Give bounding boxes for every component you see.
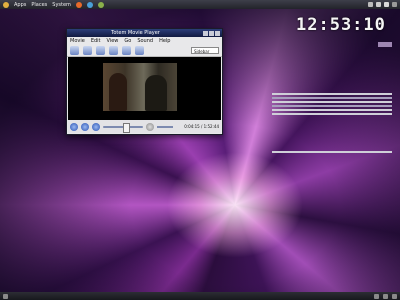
system-tray bbox=[368, 2, 397, 7]
player-toolbar: Sidebar bbox=[67, 44, 222, 57]
cpu-widget bbox=[272, 92, 392, 117]
ubuntu-logo-icon[interactable] bbox=[3, 1, 9, 8]
menu-applications[interactable]: Apps bbox=[14, 2, 26, 8]
top-panel: Apps Places System bbox=[0, 0, 400, 9]
back-icon[interactable] bbox=[70, 45, 79, 55]
firefox-icon[interactable] bbox=[75, 1, 82, 8]
menu-edit[interactable]: Edit bbox=[91, 38, 101, 44]
workspace-switcher bbox=[374, 293, 397, 299]
volume-slider[interactable] bbox=[157, 125, 173, 128]
menu-system[interactable]: System bbox=[52, 2, 71, 8]
player-titlebar[interactable]: Totem Movie Player bbox=[67, 29, 222, 37]
maximize-icon[interactable] bbox=[209, 30, 214, 36]
system-widget bbox=[272, 42, 392, 72]
disk-bar bbox=[272, 113, 392, 115]
network-widget bbox=[272, 150, 392, 165]
player-controls: 0:04:15 / 1:52:44 bbox=[68, 120, 221, 133]
seek-knob[interactable] bbox=[123, 122, 130, 133]
workspace-icon[interactable] bbox=[374, 293, 379, 299]
widget-row bbox=[272, 160, 392, 165]
properties-icon[interactable] bbox=[135, 45, 144, 55]
disk-bar bbox=[272, 109, 392, 111]
playlist-icon[interactable] bbox=[122, 45, 131, 55]
workspace-icon[interactable] bbox=[383, 293, 388, 299]
fullscreen-icon[interactable] bbox=[109, 45, 118, 55]
play-pause-icon[interactable] bbox=[81, 122, 89, 131]
media-player-window: Totem Movie Player Movie Edit View Go So… bbox=[66, 28, 223, 135]
power-icon[interactable] bbox=[392, 2, 397, 7]
widget-highlight bbox=[377, 42, 392, 47]
trash-icon[interactable] bbox=[392, 293, 397, 299]
open-file-icon[interactable] bbox=[96, 45, 105, 55]
cpu-bar bbox=[272, 93, 392, 95]
menu-sound[interactable]: Sound bbox=[137, 38, 153, 44]
volume-icon[interactable] bbox=[146, 122, 154, 131]
menu-view[interactable]: View bbox=[107, 38, 119, 44]
battery-icon[interactable] bbox=[384, 2, 389, 7]
swap-bar bbox=[272, 105, 392, 107]
volume-icon[interactable] bbox=[376, 2, 381, 7]
minimize-icon[interactable] bbox=[203, 30, 208, 36]
menu-movie[interactable]: Movie bbox=[70, 38, 85, 44]
menu-go[interactable]: Go bbox=[124, 38, 131, 44]
email-icon[interactable] bbox=[86, 1, 93, 8]
time-readout: 0:04:15 / 1:52:44 bbox=[184, 124, 219, 129]
menu-help[interactable]: Help bbox=[159, 38, 170, 44]
cpu-bar bbox=[272, 97, 392, 99]
video-figure-left bbox=[109, 73, 127, 111]
network-bar bbox=[272, 151, 392, 153]
video-figure-right bbox=[145, 75, 167, 111]
memory-bar bbox=[272, 101, 392, 103]
show-desktop-icon[interactable] bbox=[3, 293, 8, 299]
help-icon[interactable] bbox=[97, 1, 104, 8]
next-icon[interactable] bbox=[92, 122, 100, 131]
widget-row bbox=[272, 67, 392, 72]
sidebar-select[interactable]: Sidebar bbox=[191, 46, 219, 54]
forward-icon[interactable] bbox=[83, 45, 92, 55]
desktop-clock: 12:53:10 bbox=[296, 15, 386, 35]
video-area[interactable] bbox=[68, 57, 221, 120]
player-menubar: Movie Edit View Go Sound Help bbox=[67, 37, 222, 44]
seek-slider[interactable] bbox=[103, 122, 143, 133]
menu-places[interactable]: Places bbox=[31, 2, 47, 8]
close-icon[interactable] bbox=[215, 30, 220, 36]
video-frame bbox=[103, 63, 177, 111]
bottom-panel bbox=[0, 292, 400, 300]
network-icon[interactable] bbox=[368, 2, 373, 7]
player-title: Totem Movie Player bbox=[111, 30, 160, 36]
previous-icon[interactable] bbox=[70, 122, 78, 131]
